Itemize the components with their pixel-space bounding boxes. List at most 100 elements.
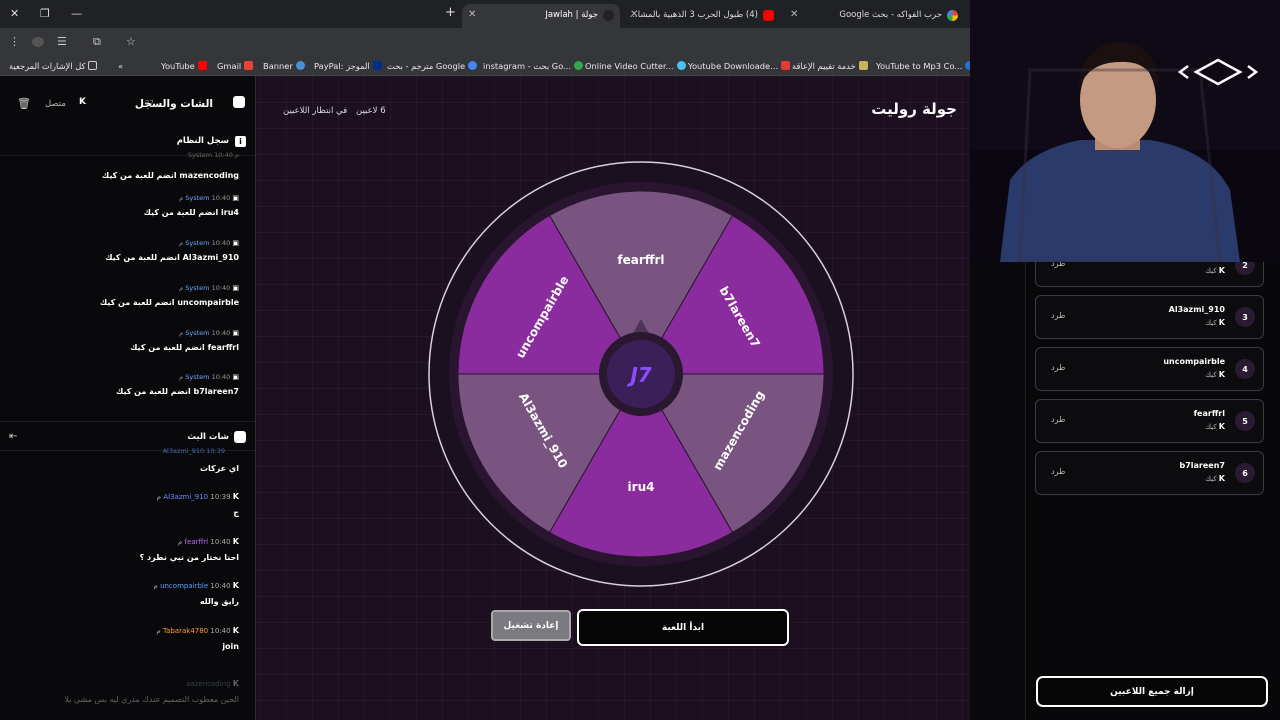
bookmark-instagram[interactable]: instagram - بحث Go...	[483, 61, 586, 71]
message-text: b7lareen7 انضم للعبة من كيك	[116, 387, 239, 396]
close-icon[interactable]: ✕	[630, 9, 638, 20]
banner-icon	[295, 61, 305, 70]
bookmark-video-cutter[interactable]: Online Video Cutter...	[585, 61, 689, 71]
youtube-icon	[197, 61, 207, 70]
bookmark-translate[interactable]: مترجم - بحث Google	[387, 61, 480, 71]
sender: System	[185, 373, 210, 381]
google-icon	[468, 61, 478, 70]
close-window-icon[interactable]: ✕	[10, 7, 19, 20]
google-icon	[574, 61, 584, 70]
bookmark-label: Banner	[263, 61, 293, 71]
message-text: mazencoding انضم للعبة من كيك	[101, 171, 239, 180]
roulette-wheel[interactable]: fearffrlb7lareen7mazencodingiru4Al3azmi_…	[426, 159, 856, 589]
bookmark-disability[interactable]: خدمة تقييم الإعاقة	[792, 61, 871, 71]
jawlah-logo-icon	[603, 10, 614, 21]
tab-search-icon[interactable]: ☰	[57, 35, 67, 48]
player-source: K كيك	[1205, 370, 1225, 379]
chat-username[interactable]: Al3azmi_910	[163, 493, 208, 501]
start-game-button[interactable]: ابدأ اللعبة	[577, 609, 789, 646]
extensions-icon[interactable]: ⧉	[93, 35, 101, 49]
message-text: join	[222, 642, 239, 651]
connection-status: متصل	[45, 99, 66, 109]
bookmark-label: كل الإشارات المرجعية	[9, 61, 86, 71]
players-count: 6 لاعبين	[356, 106, 386, 116]
system-message: ▣ System 10:40 م fearffrl انضم للعبة من …	[19, 329, 239, 352]
restart-button[interactable]: إعادة تشغيل	[491, 610, 571, 641]
tab-jawlah[interactable]: ✕ جولة | Jawlah	[462, 4, 620, 28]
player-number: 3	[1235, 307, 1255, 327]
system-message: ▣ System 10:40 م Al3azmi_910 انضم للعبة …	[19, 239, 239, 262]
bookmark-gmail[interactable]: Gmail	[217, 61, 256, 71]
system-message: ▣ System 10:40 م iru4 انضم للعبة من كيك	[19, 194, 239, 217]
kick-player-button[interactable]: طرد	[1051, 311, 1065, 320]
bookmark-all[interactable]: كل الإشارات المرجعية	[9, 61, 100, 71]
player-source: K كيك	[1205, 318, 1225, 327]
remove-all-players-button[interactable]: إزالة جميع اللاعبين	[1036, 676, 1268, 707]
sender: System	[185, 329, 210, 337]
menu-dots-icon[interactable]: ⋮	[9, 35, 20, 48]
chat-log-panel: الشات والسجل 27 K متصل 🗑 سجل النظام i Sy…	[0, 76, 256, 720]
trash-icon[interactable]: 🗑	[17, 97, 31, 110]
message-meta: K Al3azmi_910 10:39 م	[156, 492, 239, 501]
disability-service-icon	[858, 61, 868, 70]
bookmark-banner[interactable]: Banner	[263, 61, 308, 71]
player-number: 4	[1235, 359, 1255, 379]
gmail-icon	[244, 61, 254, 70]
message-meta: ▣ System 10:40 م	[179, 329, 239, 337]
system-log-title: سجل النظام	[176, 136, 229, 146]
page-title: جولة روليت	[871, 100, 957, 118]
source-label: كيك	[1205, 267, 1217, 275]
system-message: mazencoding انضم للعبة من كيك	[19, 165, 239, 180]
chat-username[interactable]: uncompairble	[160, 582, 208, 590]
message-text: ج	[233, 508, 239, 517]
player-source: K كيك	[1205, 474, 1225, 483]
bookmark-paypal[interactable]: PayPal: الموجز	[314, 61, 385, 71]
jawlah-logo-icon: J7	[626, 363, 651, 387]
collapse-panel-icon[interactable]: ⇤	[9, 431, 17, 442]
bookmark-youtube[interactable]: YouTube	[161, 61, 210, 71]
bookmark-mp3[interactable]: YouTube to Mp3 Co...	[876, 61, 977, 71]
tab-label: (4) طبول الحرب 3 الذهبية بالمشا...	[629, 10, 758, 20]
minimize-window-icon[interactable]: —	[71, 7, 82, 20]
player-name: Al3azmi_910	[1168, 305, 1225, 314]
player-name: b7lareen7	[1179, 461, 1226, 470]
player-card: 5 fearffrl K كيك طرد	[1035, 399, 1264, 443]
profile-avatar[interactable]	[32, 37, 44, 47]
message-text: iru4 انضم للعبة من كيك	[143, 208, 239, 217]
chat-icon	[233, 96, 245, 108]
message-text: Al3azmi_910 انضم للعبة من كيك	[105, 253, 239, 262]
player-card: 3 Al3azmi_910 K كيك طرد	[1035, 295, 1264, 339]
message-text: احنا نختار من نبي نطرد ؟	[139, 553, 239, 562]
kick-player-button[interactable]: طرد	[1051, 415, 1065, 424]
chat-username[interactable]: Tabarak4780	[163, 627, 208, 635]
restore-window-icon[interactable]: ❐	[40, 7, 50, 20]
message-text: الحين معطوب التصميم عندك مدري ليه بس مشي…	[64, 695, 239, 704]
folder-icon	[88, 61, 98, 70]
kick-player-button[interactable]: طرد	[1051, 467, 1065, 476]
chevron-left-icon[interactable]: «	[118, 61, 123, 71]
sender: System	[185, 239, 210, 247]
sender: System	[185, 284, 210, 292]
chat-username: aazencoding	[186, 680, 231, 688]
player-number: 5	[1235, 411, 1255, 431]
chat-username[interactable]: fearffrl	[185, 538, 209, 546]
close-icon[interactable]: ✕	[468, 9, 476, 20]
message-meta: ▣ System 10:40 م	[179, 284, 239, 292]
tab-google-search[interactable]: ✕ حرب الفواكه - بحث Google	[784, 4, 964, 28]
message-text: اي عركات	[200, 464, 239, 473]
message-text: رايق والله	[199, 597, 239, 606]
message-meta: ▣ System 10:40 م	[179, 373, 239, 381]
paypal-icon	[372, 61, 382, 70]
message-text: fearffrl انضم للعبة من كيك	[130, 343, 239, 352]
chat-message-faded: K aazencoding الحين معطوب التصميم عندك م…	[19, 679, 239, 704]
tab-youtube[interactable]: ✕ (4) طبول الحرب 3 الذهبية بالمشا...	[624, 4, 780, 28]
new-tab-icon[interactable]: +	[445, 5, 456, 20]
bookmark-star-icon[interactable]: ☆	[126, 35, 136, 48]
close-icon[interactable]: ✕	[790, 9, 798, 20]
downloader-icon	[781, 61, 791, 70]
chat-message: K Tabarak4780 10:40 م join	[19, 626, 239, 651]
bookmarks-bar: كل الإشارات المرجعية « YouTube Gmail Ban…	[0, 56, 975, 76]
bookmark-yt-downloader[interactable]: Youtube Downloade...	[688, 61, 793, 71]
kick-player-button[interactable]: طرد	[1051, 363, 1065, 372]
webcam-overlay	[970, 0, 1280, 262]
